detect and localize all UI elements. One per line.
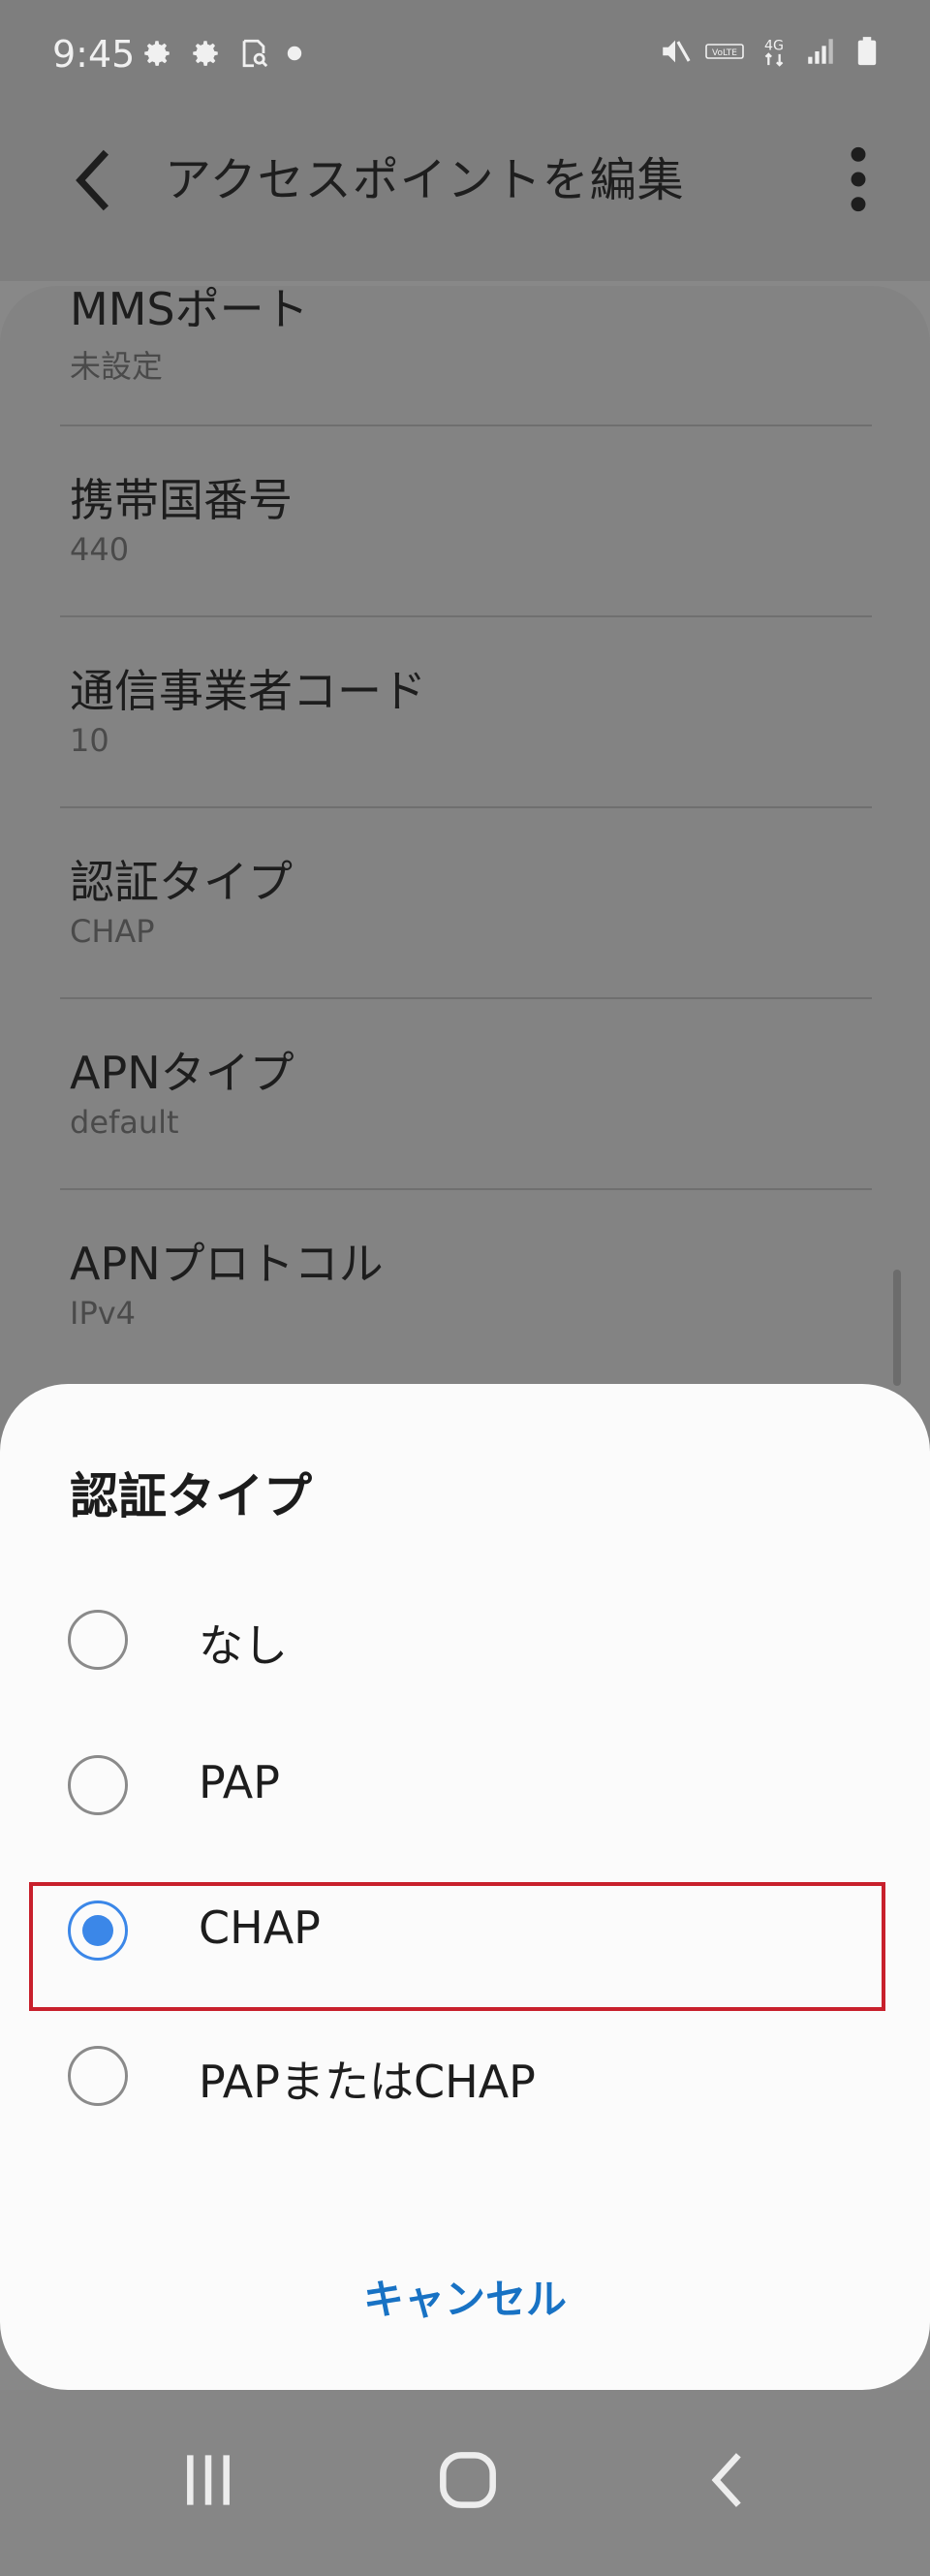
cancel-button[interactable]: キャンセル [320, 2256, 610, 2343]
app-bar: アクセスポイントを編集 [0, 107, 930, 281]
setting-item-apn-type[interactable]: APNタイプ default [0, 999, 930, 1190]
back-button[interactable] [68, 145, 116, 215]
navigation-bar [0, 2390, 930, 2576]
home-button[interactable] [434, 2446, 502, 2514]
setting-item-apn-protocol[interactable]: APNプロトコル IPv4 [0, 1190, 930, 1381]
recent-apps-icon [187, 2455, 230, 2505]
status-icons-right: VoLTE 4G [659, 35, 884, 68]
search-document-icon [237, 37, 270, 70]
setting-value: CHAP [70, 913, 155, 950]
setting-title: 認証タイプ [70, 856, 293, 908]
setting-value: IPv4 [70, 1295, 137, 1332]
mute-icon [659, 35, 692, 68]
home-icon [440, 2452, 496, 2508]
4g-icon: 4G [758, 35, 790, 68]
status-icons-left [140, 37, 303, 70]
option-none[interactable]: なし [39, 1576, 891, 1702]
setting-value: 未設定 [70, 348, 164, 385]
setting-value: default [70, 1104, 179, 1141]
setting-item-auth-type[interactable]: 認証タイプ CHAP [0, 808, 930, 999]
scrollbar[interactable] [893, 1270, 901, 1386]
setting-title: APNタイプ [70, 1047, 294, 1099]
setting-item-mnc[interactable]: 通信事業者コード 10 [0, 617, 930, 808]
radio-button[interactable] [68, 1610, 128, 1670]
more-vertical-icon [851, 146, 866, 212]
recent-apps-button[interactable] [174, 2446, 242, 2514]
dot-icon [286, 45, 303, 62]
setting-item-mcc[interactable]: 携帯国番号 440 [0, 426, 930, 617]
setting-value: 440 [70, 531, 130, 568]
gear-icon [189, 37, 222, 70]
signal-icon [804, 35, 837, 68]
setting-value: 10 [70, 722, 109, 759]
status-time: 9:45 [52, 33, 136, 76]
battery-icon [851, 35, 884, 68]
option-label: PAP [199, 1756, 281, 1808]
selection-highlight [29, 1882, 885, 2011]
dialog-title: 認証タイプ [70, 1468, 312, 1524]
network-label: 4G [764, 39, 784, 54]
nav-back-button[interactable] [696, 2446, 763, 2514]
volte-label: VoLTE [712, 48, 737, 58]
option-pap-or-chap[interactable]: PAPまたはCHAP [39, 2012, 891, 2138]
option-label: PAPまたはCHAP [199, 2056, 536, 2108]
radio-button[interactable] [68, 2046, 128, 2106]
page-title: アクセスポイントを編集 [165, 153, 685, 207]
more-options-button[interactable] [847, 145, 870, 213]
volte-icon: VoLTE [705, 35, 744, 68]
radio-button[interactable] [68, 1755, 128, 1815]
back-icon [711, 2453, 741, 2507]
setting-title: 携帯国番号 [70, 474, 293, 526]
setting-title: 通信事業者コード [70, 665, 426, 717]
option-pap[interactable]: PAP [39, 1721, 891, 1847]
setting-title: MMSポート [70, 283, 309, 335]
settings-list: MMSポート 未設定 携帯国番号 440 通信事業者コード 10 認証タイプ C… [0, 283, 930, 1449]
option-label: なし [199, 1619, 288, 1672]
status-bar: 9:45 VoLTE 4G [0, 0, 930, 107]
gear-icon [140, 37, 173, 70]
setting-title: APNプロトコル [70, 1238, 384, 1290]
chevron-left-icon [76, 149, 109, 211]
